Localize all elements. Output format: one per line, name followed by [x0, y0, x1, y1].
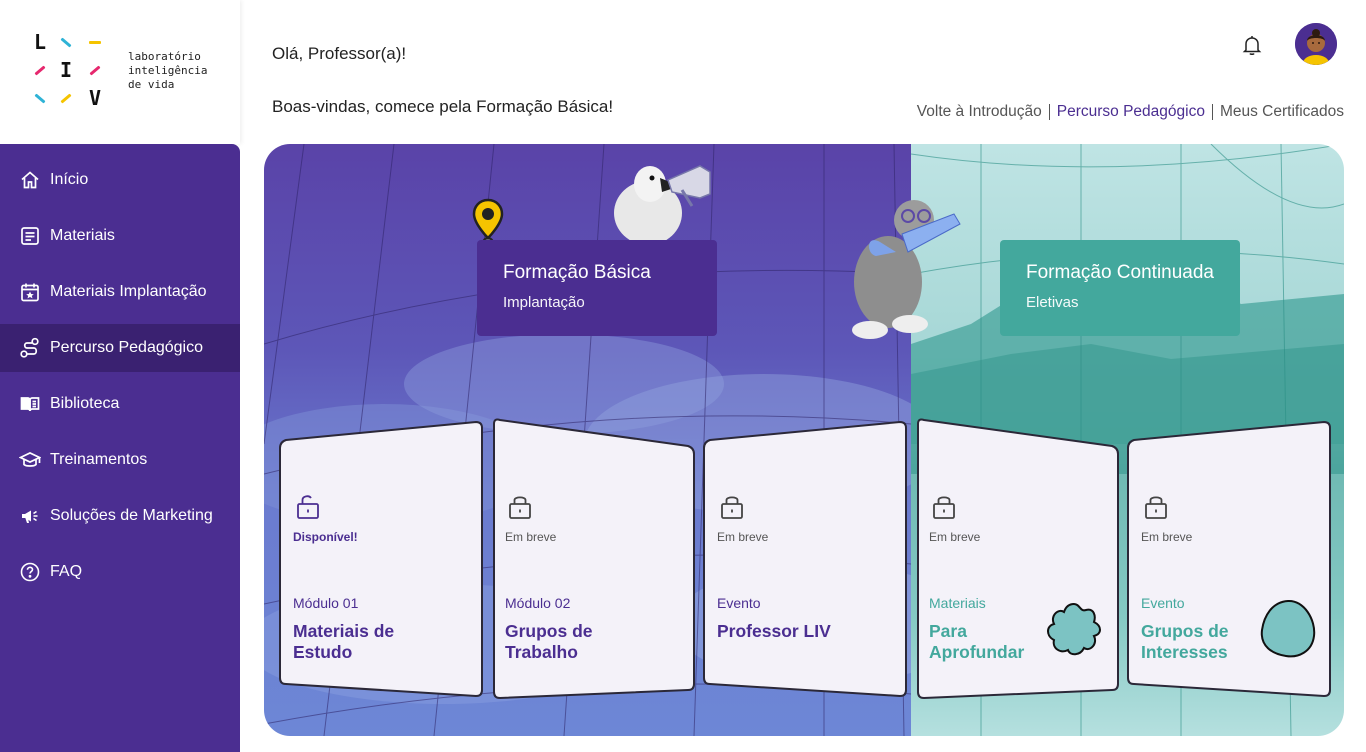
banner-subtitle: Eletivas: [1026, 294, 1079, 311]
sidebar-item-label: Biblioteca: [50, 395, 120, 412]
logo-text: laboratório inteligência de vida: [128, 50, 207, 92]
lock-closed-icon: [1144, 494, 1168, 520]
card-evento-professor-liv[interactable]: Em breve Evento Professor LIV: [700, 414, 910, 714]
round-blob-decoration: [1258, 598, 1318, 665]
link-divider: [1048, 104, 1050, 120]
card-title: Materiais de Estudo: [293, 621, 395, 662]
route-icon: [19, 337, 41, 359]
greeting: Olá, Professor(a)!: [272, 44, 407, 63]
sidebar-item-label: Percurso Pedagógico: [50, 339, 203, 356]
rat-illustration: [836, 194, 966, 344]
card-kicker: Evento: [717, 595, 761, 611]
logo[interactable]: L I V laboratório inteligência de vida: [0, 0, 240, 144]
sidebar: L I V laboratório inteligência de vida I…: [0, 0, 240, 752]
megaphone-icon: [19, 505, 41, 527]
card-title: Professor LIV: [717, 621, 831, 641]
avatar[interactable]: [1295, 23, 1337, 65]
sidebar-item-label: Materiais Implantação: [50, 283, 207, 300]
logo-text-line: inteligência: [128, 64, 208, 77]
logo-letter-i: I: [59, 58, 73, 82]
card-materiais-aprofundar[interactable]: Em breve Materiais Para Aprofundar: [912, 414, 1122, 714]
sidebar-item-materiais-implantacao[interactable]: Materiais Implantação: [0, 268, 240, 316]
graduation-cap-icon: [19, 449, 41, 471]
home-icon: [19, 169, 41, 191]
document-icon: [19, 225, 41, 247]
card-status: Disponível!: [293, 530, 358, 544]
card-modulo-01[interactable]: Disponível! Módulo 01 Materiais de Estud…: [276, 414, 486, 714]
card-modulo-02[interactable]: Em breve Módulo 02 Grupos de Trabalho: [488, 414, 698, 714]
link-percurso-pedagogico[interactable]: Percurso Pedagógico: [1057, 103, 1205, 121]
sidebar-item-inicio[interactable]: Início: [0, 156, 240, 204]
page-subtitle: Boas-vindas, comece pela Formação Básica…: [272, 97, 614, 116]
book-icon: [19, 393, 41, 415]
notification-bell-icon[interactable]: [1240, 33, 1264, 57]
sidebar-item-materiais[interactable]: Materiais: [0, 212, 240, 260]
card-kicker: Materiais: [929, 595, 986, 611]
question-icon: [19, 561, 41, 583]
logo-mark: L I V: [30, 30, 110, 112]
sidebar-nav: Início Materiais Materiais Implantação P…: [0, 144, 240, 752]
lock-closed-icon: [932, 494, 956, 520]
sidebar-item-label: Soluções de Marketing: [50, 507, 213, 524]
logo-letter-v: V: [88, 86, 102, 110]
card-status: Em breve: [505, 530, 557, 544]
lock-closed-icon: [508, 494, 532, 520]
top-links-breadcrumb: Volte à Introdução Percurso Pedagógico M…: [917, 103, 1344, 121]
sidebar-item-solucoes-marketing[interactable]: Soluções de Marketing: [0, 492, 240, 540]
banner-subtitle: Implantação: [503, 294, 585, 311]
card-kicker: Módulo 02: [505, 595, 571, 611]
card-title: Grupos de Interesses: [1141, 621, 1229, 662]
bird-megaphone-illustration: [610, 158, 720, 245]
banner-formacao-continuada[interactable]: Formação Continuada Eletivas: [1000, 240, 1240, 336]
link-meus-certificados[interactable]: Meus Certificados: [1220, 103, 1344, 121]
lock-open-icon: [296, 494, 320, 520]
link-divider: [1211, 104, 1213, 120]
banner-title: Formação Continuada: [1026, 262, 1214, 283]
logo-letter-l: L: [33, 30, 47, 54]
sidebar-item-biblioteca[interactable]: Biblioteca: [0, 380, 240, 428]
calendar-star-icon: [19, 281, 41, 303]
card-title: Grupos de Trabalho: [505, 621, 593, 662]
journey-map: Formação Básica Implantação Formação Con…: [264, 144, 1344, 736]
card-kicker: Módulo 01: [293, 595, 359, 611]
sidebar-item-label: FAQ: [50, 563, 83, 580]
sidebar-item-percurso-pedagogico[interactable]: Percurso Pedagógico: [0, 324, 240, 372]
sidebar-item-label: Materiais: [50, 227, 115, 244]
flower-blob-decoration: [1044, 600, 1104, 663]
card-status: Em breve: [717, 530, 769, 544]
banner-title: Formação Básica: [503, 262, 651, 283]
sidebar-item-label: Treinamentos: [50, 451, 148, 468]
card-title: Para Aprofundar: [929, 621, 1025, 662]
logo-text-line: laboratório: [128, 50, 201, 63]
link-volte-introducao[interactable]: Volte à Introdução: [917, 103, 1042, 121]
card-status: Em breve: [1141, 530, 1193, 544]
sidebar-item-label: Início: [50, 171, 89, 188]
lock-closed-icon: [720, 494, 744, 520]
banner-formacao-basica[interactable]: Formação Básica Implantação: [477, 240, 717, 336]
card-status: Em breve: [929, 530, 981, 544]
sidebar-item-faq[interactable]: FAQ: [0, 548, 240, 596]
logo-text-line: de vida: [128, 78, 175, 91]
sidebar-item-treinamentos[interactable]: Treinamentos: [0, 436, 240, 484]
card-kicker: Evento: [1141, 595, 1185, 611]
card-evento-grupos-interesses[interactable]: Em breve Evento Grupos de Interesses: [1124, 414, 1334, 714]
